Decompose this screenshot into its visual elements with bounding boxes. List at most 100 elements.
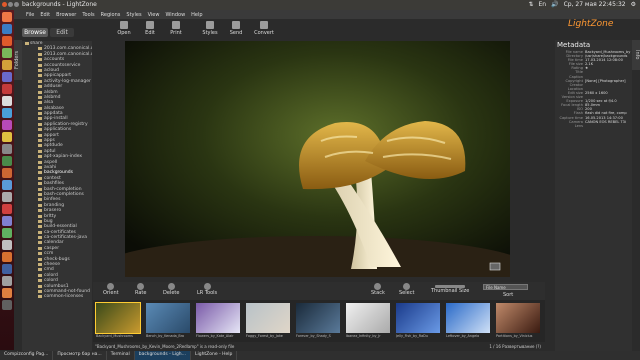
- launcher-app-icon[interactable]: [2, 48, 12, 58]
- launcher-app-icon[interactable]: [2, 168, 12, 178]
- thumbnail[interactable]: Flowers_by_Kate_Alair: [196, 303, 240, 339]
- gear-icon[interactable]: ⚙: [631, 1, 636, 8]
- status-counter: 1 / 16 Развертывание (?): [489, 344, 541, 349]
- thumbnail-caption: Partitions_by_Vinicius: [496, 334, 533, 338]
- browse-mode-button[interactable]: Browse: [22, 28, 48, 37]
- launcher-app-icon[interactable]: [2, 156, 12, 166]
- taskbar: Compizconfig Pag... Просмотр бар на... Ter…: [0, 351, 640, 360]
- unity-launcher: [0, 10, 14, 350]
- menu-item-regions[interactable]: Regions: [101, 12, 121, 18]
- thumbnail-caption: Bench_by_Kenada_Bro: [146, 334, 185, 338]
- open-label: Open: [117, 30, 131, 36]
- launcher-app-icon[interactable]: [2, 300, 12, 310]
- launcher-app-icon[interactable]: [2, 36, 12, 46]
- menu-item-tools[interactable]: Tools: [82, 12, 94, 18]
- taskbar-item[interactable]: Compizconfig Pag...: [0, 351, 54, 360]
- menu-bar: File Edit Browser Tools Regions Styles View Win…: [8, 10, 640, 19]
- clock[interactable]: Ср, 27 мая 22:45:32: [564, 1, 626, 8]
- convert-label: Convert: [254, 30, 274, 36]
- app-logo: LightZone: [568, 19, 614, 29]
- styles-button[interactable]: Styles: [196, 21, 224, 36]
- print-icon: [172, 21, 180, 29]
- thumbnail[interactable]: Jelly_Fish_by_RaDu: [396, 303, 440, 339]
- menu-item-help[interactable]: Help: [191, 12, 202, 18]
- launcher-app-icon[interactable]: [2, 288, 12, 298]
- launcher-app-icon[interactable]: [2, 180, 12, 190]
- menu-item-edit[interactable]: Edit: [40, 12, 50, 18]
- thumbnail-image: [346, 303, 390, 333]
- convert-button[interactable]: Convert: [250, 21, 278, 36]
- edit-mode-button[interactable]: Edit: [50, 28, 74, 37]
- folder-item[interactable]: common-licenses: [22, 294, 92, 299]
- taskbar-item[interactable]: LightZone - Help: [191, 351, 238, 360]
- network-icon[interactable]: ⇅: [528, 1, 533, 8]
- tab-folders[interactable]: Folders: [14, 40, 22, 80]
- launcher-app-icon[interactable]: [2, 60, 12, 70]
- thumbnail-caption: Forever_by_Shady_S: [296, 334, 331, 338]
- launcher-app-icon[interactable]: [2, 240, 12, 250]
- maximize-window-icon[interactable]: [14, 2, 19, 7]
- styles-label: Styles: [202, 30, 218, 36]
- thumbnail[interactable]: Leftover_by_Angelo: [446, 303, 490, 339]
- thumbnail[interactable]: Foggy_Forest_by_Jake: [246, 303, 290, 339]
- thumbnail-image: [496, 303, 540, 333]
- sort-dropdown[interactable]: File Name: [483, 284, 528, 290]
- main-toolbar: Open Edit Print Styles Send Convert: [100, 19, 540, 41]
- launcher-app-icon[interactable]: [2, 192, 12, 202]
- thumbnail[interactable]: Forever_by_Shady_S: [296, 303, 340, 339]
- stack-button[interactable]: Stack: [371, 283, 385, 296]
- launcher-app-icon[interactable]: [2, 144, 12, 154]
- edit-button[interactable]: Edit: [136, 21, 164, 36]
- launcher-app-icon[interactable]: [2, 132, 12, 142]
- orient-button[interactable]: Orient: [103, 283, 119, 296]
- menu-item-styles[interactable]: Styles: [126, 12, 141, 18]
- close-window-icon[interactable]: [2, 2, 7, 7]
- launcher-app-icon[interactable]: [2, 204, 12, 214]
- tab-info[interactable]: Info: [632, 40, 640, 70]
- metadata-value[interactable]: [585, 124, 631, 128]
- launcher-app-icon[interactable]: [2, 84, 12, 94]
- launcher-app-icon[interactable]: [2, 96, 12, 106]
- launcher-app-icon[interactable]: [2, 12, 12, 22]
- print-button[interactable]: Print: [162, 21, 190, 36]
- delete-label: Delete: [163, 290, 180, 296]
- keyboard-layout-indicator[interactable]: En: [539, 1, 547, 8]
- thumbnail[interactable]: Backyard_Mushrooms: [95, 302, 141, 339]
- thumbnail-strip[interactable]: Backyard_Mushrooms Bench_by_Kenada_Bro Flo…: [93, 300, 545, 342]
- image-preview[interactable]: [125, 41, 510, 277]
- menu-item-view[interactable]: View: [148, 12, 160, 18]
- launcher-app-icon[interactable]: [2, 72, 12, 82]
- thumbnail[interactable]: Ibanez_Infinity_by_Jr: [346, 303, 390, 339]
- taskbar-item[interactable]: Terminal: [107, 351, 135, 360]
- select-button[interactable]: Select: [399, 283, 414, 296]
- convert-icon: [260, 21, 268, 29]
- mode-switcher: Browse Edit: [22, 28, 82, 38]
- folder-tree[interactable]: share 2013.com.canonical.u 2013.com.canoni…: [22, 41, 92, 352]
- menu-item-file[interactable]: File: [26, 12, 34, 18]
- thumbnail-size-slider[interactable]: Thumbnail Size: [431, 283, 469, 294]
- launcher-app-icon[interactable]: [2, 228, 12, 238]
- volume-icon[interactable]: 🔊: [551, 1, 558, 8]
- minimize-window-icon[interactable]: [8, 2, 13, 7]
- launcher-app-icon[interactable]: [2, 24, 12, 34]
- delete-button[interactable]: Delete: [163, 283, 179, 296]
- thumbnail[interactable]: Bench_by_Kenada_Bro: [146, 303, 190, 339]
- launcher-app-icon[interactable]: [2, 252, 12, 262]
- launcher-app-icon[interactable]: [2, 108, 12, 118]
- lr-tools-button[interactable]: LR Tools: [197, 283, 217, 296]
- taskbar-item[interactable]: backgrounds - Ligh...: [134, 351, 191, 360]
- taskbar-item[interactable]: Просмотр бар на...: [53, 351, 107, 360]
- menu-item-browser[interactable]: Browser: [56, 12, 76, 18]
- launcher-app-icon[interactable]: [2, 264, 12, 274]
- styles-icon: [206, 21, 214, 29]
- launcher-app-icon[interactable]: [2, 276, 12, 286]
- print-label: Print: [170, 30, 182, 36]
- launcher-app-icon[interactable]: [2, 120, 12, 130]
- launcher-app-icon[interactable]: [2, 216, 12, 226]
- metadata-rows: File name Backyard_Mushrooms_by Directory /…: [555, 50, 632, 128]
- rate-button[interactable]: Rate: [135, 283, 146, 296]
- thumbnail[interactable]: Partitions_by_Vinicius: [496, 303, 540, 339]
- open-button[interactable]: Open: [110, 21, 138, 36]
- send-button[interactable]: Send: [222, 21, 250, 36]
- menu-item-window[interactable]: Window: [165, 12, 185, 18]
